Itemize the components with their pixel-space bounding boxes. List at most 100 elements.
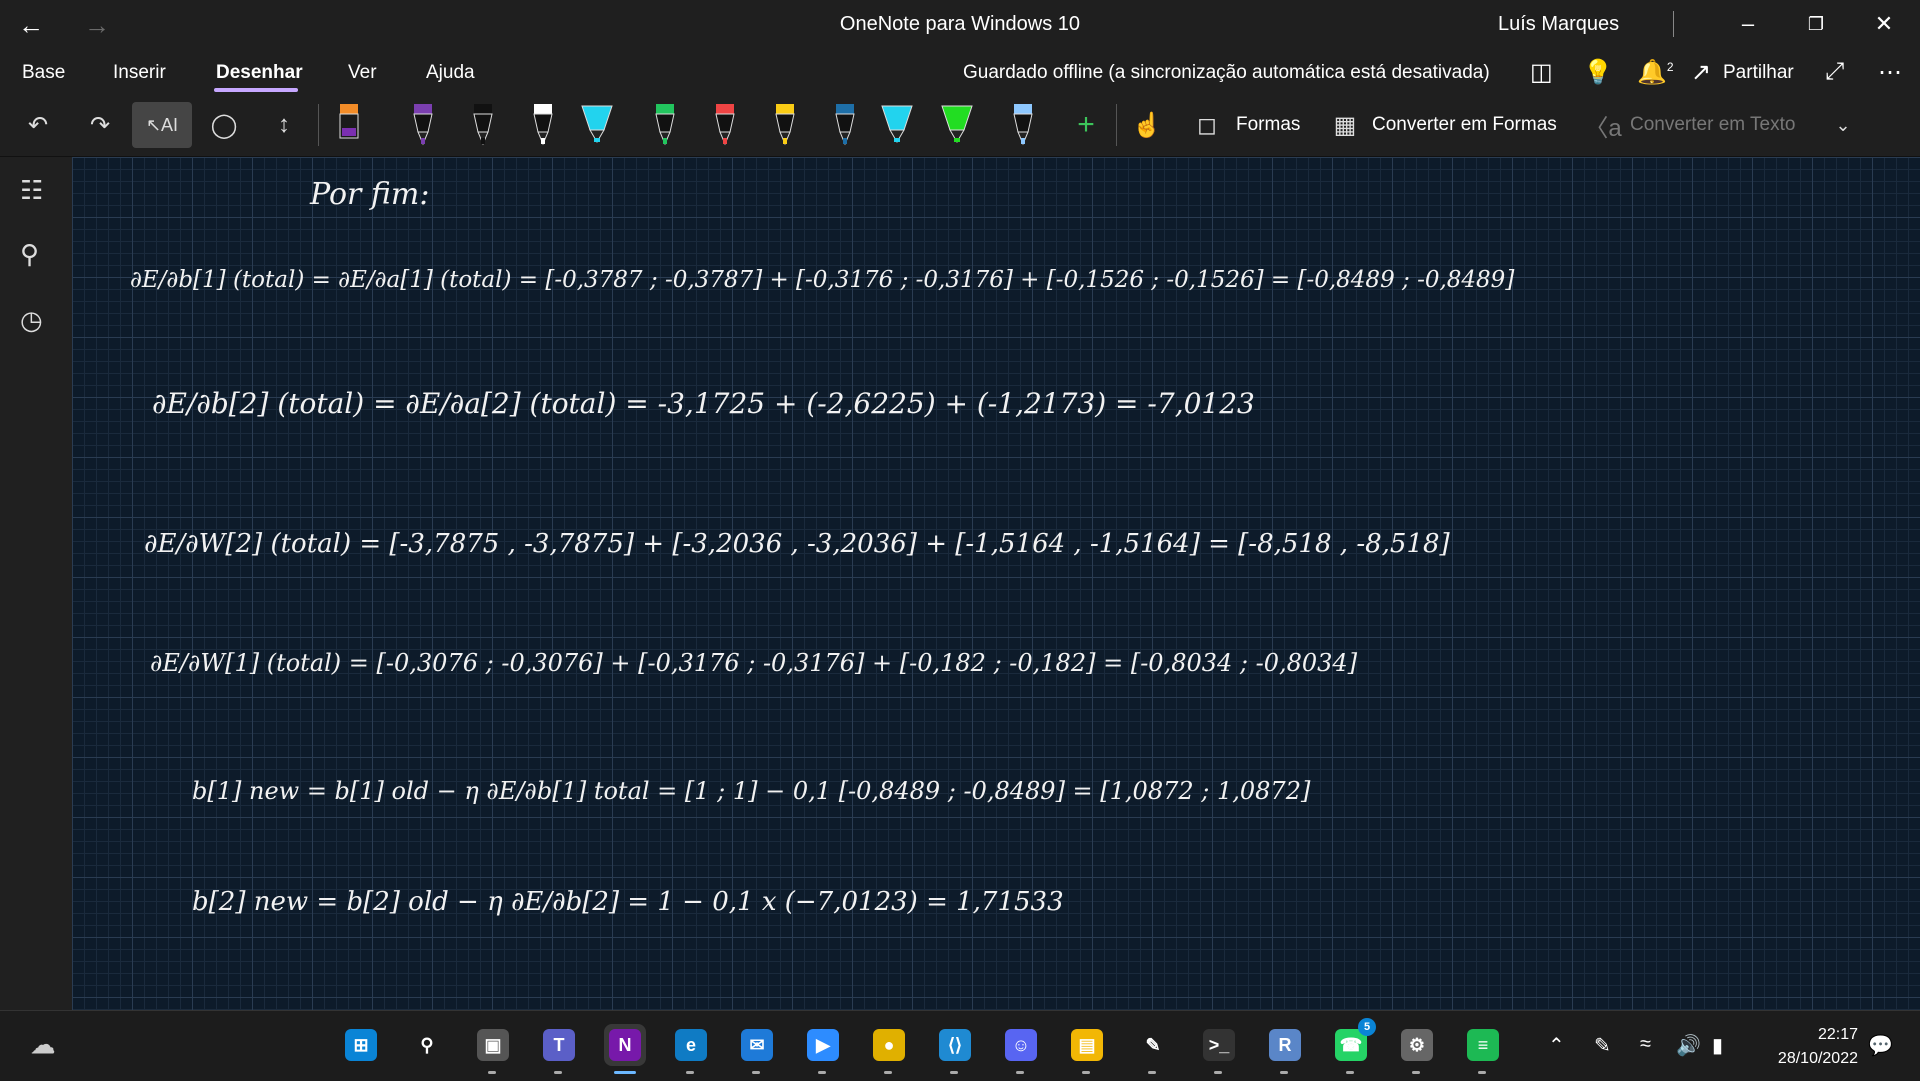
convert-to-shapes-button[interactable]: Converter em Formas [1372, 114, 1557, 136]
shapes-button[interactable]: Formas [1236, 114, 1300, 136]
add-space-icon[interactable]: ↕ [264, 102, 304, 148]
task-view-app-icon[interactable]: ▣ [472, 1024, 514, 1074]
pen-6-icon[interactable] [648, 98, 682, 150]
volume-icon[interactable]: 🔊 [1676, 1033, 1701, 1058]
search-icon[interactable]: ⚲ [20, 239, 39, 270]
recent-clock-icon[interactable]: ◷ [20, 305, 43, 336]
type-select-tool-icon[interactable]: ↖AI [132, 102, 192, 148]
tray-chevron-icon[interactable]: ⌃ [1548, 1033, 1565, 1058]
r-app-app-icon[interactable]: R [1264, 1024, 1306, 1074]
more-options-icon[interactable]: ⋯ [1878, 58, 1902, 87]
redo-icon[interactable]: ↷ [80, 102, 120, 148]
running-indicator [1016, 1071, 1024, 1074]
onenote-app-icon[interactable]: N [604, 1024, 646, 1074]
account-name[interactable]: Luís Marques [1498, 13, 1619, 36]
pen-12-icon[interactable] [1006, 98, 1040, 150]
spotify-app-icon[interactable]: ≡ [1462, 1024, 1504, 1074]
edge-glyph: e [675, 1029, 707, 1061]
chrome-app-icon[interactable]: ● [868, 1024, 910, 1074]
fullscreen-icon[interactable]: ⤢ [1825, 58, 1844, 86]
file-explorer-glyph: ▤ [1071, 1029, 1103, 1061]
pen-1-icon[interactable] [332, 98, 366, 150]
vscode-app-icon[interactable]: ⟨⟩ [934, 1024, 976, 1074]
start-glyph: ⊞ [345, 1029, 377, 1061]
undo-icon[interactable]: ↶ [18, 102, 58, 148]
tab-desenhar[interactable]: Desenhar [216, 62, 303, 84]
convert-shapes-icon[interactable]: ▦ [1330, 102, 1360, 148]
pen-9-icon[interactable] [828, 98, 862, 150]
running-indicator [614, 1071, 636, 1074]
clock-date: 28/10/2022 [1777, 1050, 1858, 1067]
chevron-down-icon[interactable]: ⌄ [1828, 102, 1858, 148]
nav-sidebar: ☷ ⚲ ◷ [0, 157, 72, 1010]
pen-11-icon[interactable] [940, 98, 974, 150]
note-heading: Por fim: [310, 177, 430, 212]
title-bar: ← → OneNote para Windows 10 Luís Marques… [0, 0, 1920, 50]
mail-app-icon[interactable]: ✉ [736, 1024, 778, 1074]
wifi-icon[interactable]: ≈ [1640, 1033, 1651, 1056]
r-app-glyph: R [1269, 1029, 1301, 1061]
lightbulb-icon[interactable]: 💡 [1583, 58, 1613, 87]
pen-10-icon[interactable] [880, 98, 914, 150]
teams-app-icon[interactable]: T [538, 1024, 580, 1074]
start-app-icon[interactable]: ⊞ [340, 1024, 382, 1066]
tab-ajuda[interactable]: Ajuda [426, 62, 475, 84]
toolbar-divider [1116, 104, 1117, 146]
notebook-icon[interactable]: ◫ [1530, 58, 1553, 87]
terminal-app-icon[interactable]: >_ [1198, 1024, 1240, 1074]
restore-icon[interactable]: ❐ [1786, 6, 1846, 42]
notifications-bell-icon[interactable]: 🔔2 [1637, 58, 1674, 87]
share-button[interactable]: Partilhar [1723, 62, 1794, 84]
convert-text-icon: 〈a [1584, 114, 1622, 142]
taskbar: ☁ ⊞ ⚲ ▣ T Ne ✉ ▶ ● ⟨⟩ ☺ ▤ ✎ >_ R ☎ 5 ⚙ ≡ ⌃ ✎ ≈ 🔊 ▮ 22:17 … [0, 1010, 1920, 1081]
zoom-app-icon[interactable]: ▶ [802, 1024, 844, 1074]
settings-app-icon[interactable]: ⚙ [1396, 1024, 1438, 1074]
discord-app-icon[interactable]: ☺ [1000, 1024, 1042, 1074]
weather-icon[interactable]: ☁ [22, 1024, 64, 1066]
pen-2-icon[interactable] [406, 98, 440, 150]
running-indicator [752, 1071, 760, 1074]
pen-4-icon[interactable] [526, 98, 560, 150]
tab-ver[interactable]: Ver [348, 62, 377, 84]
touch-draw-icon[interactable]: ☝ [1127, 102, 1167, 148]
vscode-glyph: ⟨⟩ [939, 1029, 971, 1061]
pen-menu-icon[interactable]: ✎ [1594, 1033, 1611, 1058]
window-title: OneNote para Windows 10 [839, 13, 1081, 35]
shapes-icon[interactable]: ◻ [1192, 102, 1222, 148]
whatsapp-badge: 5 [1358, 1018, 1376, 1036]
close-icon[interactable]: ✕ [1854, 6, 1914, 42]
lasso-select-icon[interactable]: ◯ [204, 102, 244, 148]
whatsapp-app-icon[interactable]: ☎ 5 [1330, 1018, 1376, 1074]
title-divider [1673, 11, 1674, 37]
minimize-icon[interactable]: – [1718, 6, 1778, 42]
tab-inserir[interactable]: Inserir [113, 62, 166, 84]
pen-5-icon[interactable] [580, 98, 614, 150]
search-glyph: ⚲ [420, 1034, 434, 1055]
note-line-4: ∂E/∂W[1] (total) = [-0,3076 ; -0,3076] +… [150, 649, 1358, 677]
pen-8-icon[interactable] [768, 98, 802, 150]
notification-center-icon[interactable]: 💬 [1868, 1033, 1893, 1058]
notifications-count: 2 [1666, 60, 1674, 74]
pen-app-app-icon[interactable]: ✎ [1132, 1024, 1174, 1074]
share-icon[interactable]: ↗ [1691, 58, 1711, 87]
edge-app-icon[interactable]: e [670, 1024, 712, 1074]
ribbon-tabs: Base Inserir Desenhar Ver Ajuda Guardado… [0, 50, 1920, 96]
running-indicator [1412, 1071, 1420, 1074]
pen-3-icon[interactable] [466, 98, 500, 150]
notebooks-icon[interactable]: ☷ [20, 175, 43, 206]
tab-base[interactable]: Base [22, 62, 65, 84]
pen-7-icon[interactable] [708, 98, 742, 150]
pen-app-glyph: ✎ [1145, 1034, 1161, 1055]
battery-icon[interactable]: ▮ [1712, 1033, 1723, 1058]
task-view-glyph: ▣ [477, 1029, 509, 1061]
search-app-icon[interactable]: ⚲ [406, 1024, 448, 1066]
file-explorer-app-icon[interactable]: ▤ [1066, 1024, 1108, 1074]
clock-time: 22:17 [1817, 1026, 1858, 1043]
running-indicator [950, 1071, 958, 1074]
add-pen-icon[interactable]: + [1066, 102, 1106, 148]
running-indicator [1148, 1071, 1156, 1074]
running-indicator [1478, 1071, 1486, 1074]
system-clock[interactable]: 22:17 28/10/2022 [1758, 1023, 1858, 1071]
active-tab-indicator [214, 88, 298, 92]
note-canvas[interactable]: Por fim: ∂E/∂b[1] (total) = ∂E/∂a[1] (to… [72, 157, 1920, 1010]
